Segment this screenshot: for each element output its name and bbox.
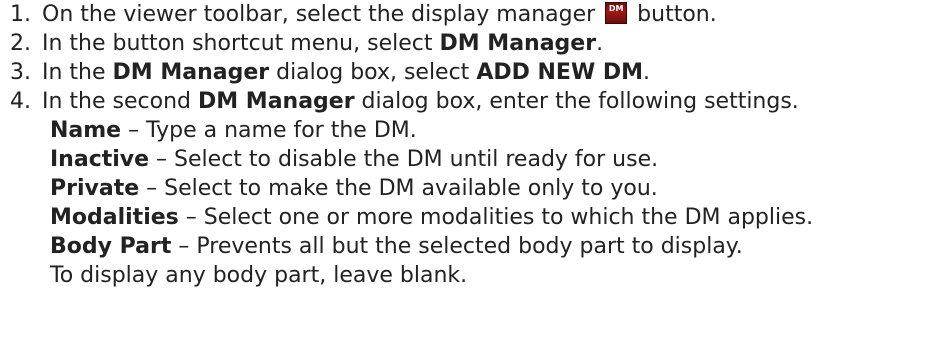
- ui-term: DM Manager: [439, 31, 597, 56]
- step-text: In the second DM Manager dialog box, ent…: [42, 89, 799, 114]
- ui-term: DM Manager: [197, 89, 355, 114]
- setting-text: Inactive – Select to disable the DM unti…: [50, 147, 659, 172]
- setting-text: Private – Select to make the DM availabl…: [50, 176, 658, 201]
- step-text: In the DM Manager dialog box, select ADD…: [42, 60, 651, 85]
- step-number: 3.: [10, 60, 31, 85]
- setting-text: Body Part – Prevents all but the selecte…: [50, 234, 743, 259]
- setting-term: Body Part: [50, 234, 172, 259]
- step-text: On the viewer toolbar, select the displa…: [42, 2, 717, 27]
- step-number: 1.: [10, 2, 31, 27]
- step-1: 1. On the viewer toolbar, select the dis…: [0, 0, 930, 29]
- setting-term: Name: [50, 118, 122, 143]
- setting-private: Private – Select to make the DM availabl…: [0, 174, 930, 203]
- step-number: 4.: [10, 89, 31, 114]
- ui-term: DM Manager: [112, 60, 270, 85]
- setting-modalities: Modalities – Select one or more modaliti…: [0, 203, 930, 232]
- setting-name: Name – Type a name for the DM.: [0, 116, 930, 145]
- body-part-note: To display any body part, leave blank.: [0, 261, 930, 290]
- step-number: 2.: [10, 31, 31, 56]
- setting-term: Inactive: [50, 147, 150, 172]
- setting-term: Modalities: [50, 205, 179, 230]
- setting-text: Name – Type a name for the DM.: [50, 118, 417, 143]
- instruction-list: 1. On the viewer toolbar, select the dis…: [0, 0, 930, 290]
- setting-inactive: Inactive – Select to disable the DM unti…: [0, 145, 930, 174]
- step-3: 3. In the DM Manager dialog box, select …: [0, 58, 930, 87]
- ui-term: ADD NEW DM: [476, 60, 644, 85]
- display-manager-icon: DM: [605, 2, 628, 24]
- step-text: In the button shortcut menu, select DM M…: [42, 31, 604, 56]
- setting-text: Modalities – Select one or more modaliti…: [50, 205, 814, 230]
- note-text: To display any body part, leave blank.: [50, 263, 468, 288]
- step-4: 4. In the second DM Manager dialog box, …: [0, 87, 930, 116]
- setting-term: Private: [50, 176, 140, 201]
- setting-body-part: Body Part – Prevents all but the selecte…: [0, 232, 930, 261]
- step-2: 2. In the button shortcut menu, select D…: [0, 29, 930, 58]
